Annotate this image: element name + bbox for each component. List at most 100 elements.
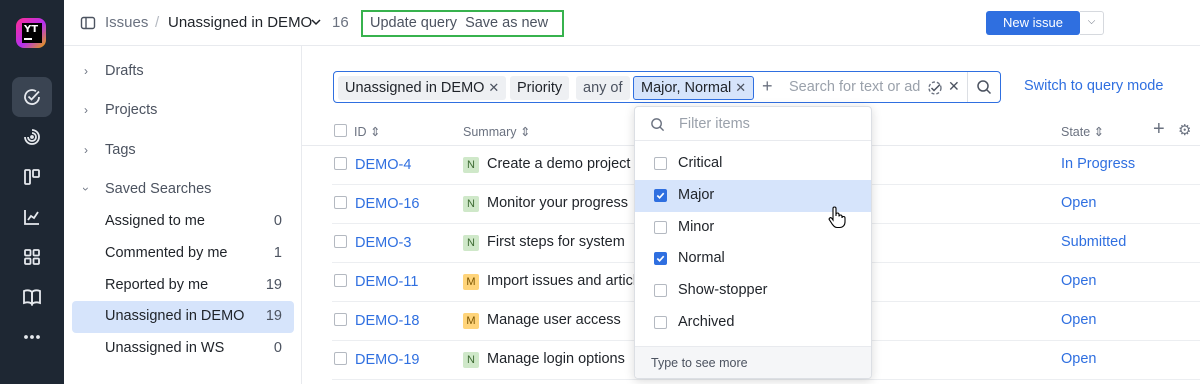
saved-search-unassigned-in-ws[interactable]: Unassigned in WS 0 (72, 333, 294, 365)
dropdown-option-normal[interactable]: Normal (635, 243, 871, 275)
add-filter-icon[interactable]: + (762, 76, 773, 97)
issue-id-link[interactable]: DEMO-11 (355, 274, 418, 290)
query-chip-operator[interactable]: any of (576, 76, 630, 100)
issue-summary[interactable]: Create a demo project (487, 156, 637, 172)
switch-to-query-mode-link[interactable]: Switch to query mode (1024, 78, 1163, 94)
option-checkbox-checked[interactable] (654, 252, 667, 265)
chevron-right-icon: › (84, 64, 88, 78)
agile-boards-spiral-icon[interactable] (12, 117, 52, 157)
issue-id-link[interactable]: DEMO-4 (355, 157, 411, 173)
current-query-title[interactable]: Unassigned in DEMO (168, 14, 312, 31)
query-chip-saved-search[interactable]: Unassigned in DEMO ✕ (338, 76, 507, 100)
sidebar-item-saved-searches[interactable]: › Saved Searches (64, 173, 302, 205)
youtrack-logo[interactable]: YT (12, 14, 50, 52)
priority-badge: N (463, 235, 479, 251)
issue-state[interactable]: Open (1061, 195, 1096, 211)
sidebar-item-drafts[interactable]: › Drafts (64, 55, 302, 87)
priority-values-dropdown: Filter items Critical Major Minor Normal… (634, 106, 872, 379)
board-icon[interactable] (12, 157, 52, 197)
option-checkbox-checked[interactable] (654, 189, 667, 202)
option-checkbox[interactable] (654, 316, 667, 329)
saved-search-assigned-to-me[interactable]: Assigned to me 0 (72, 206, 294, 238)
remove-chip-icon[interactable]: ✕ (488, 80, 499, 95)
issue-summary[interactable]: Monitor your progress (487, 195, 637, 211)
issue-summary[interactable]: Manage login options (487, 351, 637, 367)
reports-chart-icon[interactable] (12, 197, 52, 237)
query-actions-highlight: Update query Save as new (361, 10, 564, 37)
search-icon[interactable] (976, 79, 992, 95)
query-chip-field[interactable]: Priority (510, 76, 570, 100)
issue-summary[interactable]: First steps for system (487, 234, 637, 250)
chevron-down-icon: › (79, 187, 93, 191)
clear-query-icon[interactable]: ✕ (948, 78, 960, 95)
save-as-new-button[interactable]: Save as new (465, 15, 548, 31)
issue-state[interactable]: In Progress (1061, 156, 1135, 172)
dropdown-option-show-stopper[interactable]: Show-stopper (635, 275, 871, 307)
sidebar-item-tags[interactable]: › Tags (64, 134, 302, 166)
option-checkbox[interactable] (654, 157, 667, 170)
issue-state[interactable]: Open (1061, 312, 1096, 328)
priority-badge: N (463, 196, 479, 212)
filter-items-input[interactable]: Filter items (679, 116, 750, 132)
breadcrumb-separator: / (155, 14, 160, 31)
chevron-right-icon: › (84, 143, 88, 157)
divider (967, 72, 968, 102)
saved-search-reported-by-me[interactable]: Reported by me 19 (72, 270, 294, 302)
column-summary[interactable]: Summary ⇕ (463, 124, 530, 139)
apply-check-icon[interactable] (927, 80, 943, 96)
row-checkbox[interactable] (334, 352, 347, 365)
issue-count: 16 (332, 14, 349, 31)
saved-search-commented-by-me[interactable]: Commented by me 1 (72, 238, 294, 270)
chevron-down-icon[interactable] (311, 18, 321, 26)
dashboard-grid-icon[interactable] (12, 237, 52, 277)
issue-id-link[interactable]: DEMO-16 (355, 196, 419, 212)
option-checkbox[interactable] (654, 221, 667, 234)
issue-id-link[interactable]: DEMO-19 (355, 352, 419, 368)
breadcrumb-issues[interactable]: Issues (105, 14, 148, 31)
sidebar-item-projects[interactable]: › Projects (64, 94, 302, 126)
update-query-button[interactable]: Update query (370, 15, 457, 31)
row-checkbox[interactable] (334, 235, 347, 248)
row-checkbox[interactable] (334, 274, 347, 287)
column-state[interactable]: State ⇕ (1061, 124, 1104, 139)
new-issue-dropdown-icon[interactable]: ⌵ (1080, 11, 1104, 35)
add-column-icon[interactable]: + (1153, 118, 1165, 141)
priority-badge: M (463, 313, 479, 329)
hand-pointer-cursor-icon (828, 206, 846, 229)
issue-state[interactable]: Submitted (1061, 234, 1126, 250)
query-bar[interactable]: Unassigned in DEMO ✕ Priority any of Majo… (333, 71, 1001, 103)
column-id[interactable]: ID ⇕ (354, 124, 380, 139)
option-checkbox[interactable] (654, 284, 667, 297)
issue-id-link[interactable]: DEMO-3 (355, 235, 411, 251)
remove-chip-icon[interactable]: ✕ (735, 80, 746, 95)
sidebar: › Drafts › Projects › Tags › Saved Searches … (64, 46, 302, 384)
row-checkbox[interactable] (334, 313, 347, 326)
select-all-checkbox[interactable] (334, 124, 347, 137)
saved-search-unassigned-in-demo[interactable]: Unassigned in DEMO 19 (72, 301, 294, 333)
priority-badge: N (463, 157, 479, 173)
chevron-right-icon: › (84, 103, 88, 117)
dropdown-footer: Type to see more (635, 346, 871, 378)
knowledge-base-book-icon[interactable] (12, 277, 52, 317)
row-checkbox[interactable] (334, 157, 347, 170)
issue-state[interactable]: Open (1061, 273, 1096, 289)
dropdown-option-critical[interactable]: Critical (635, 148, 871, 180)
app-rail: YT (0, 0, 64, 384)
toggle-sidebar-icon[interactable] (80, 15, 96, 31)
query-chip-values[interactable]: Major, Normal ✕ (633, 76, 755, 100)
issues-icon[interactable] (12, 77, 52, 117)
issue-id-link[interactable]: DEMO-18 (355, 313, 419, 329)
dropdown-option-archived[interactable]: Archived (635, 307, 871, 339)
search-input[interactable]: Search for text or ad (789, 79, 924, 95)
filter-items-field[interactable]: Filter items (635, 107, 871, 141)
issue-summary[interactable]: Import issues and articles (487, 273, 637, 289)
settings-gear-icon[interactable]: ⚙ (1178, 121, 1191, 139)
new-issue-button[interactable]: New issue (986, 11, 1080, 35)
priority-badge: N (463, 352, 479, 368)
priority-badge: M (463, 274, 479, 290)
row-checkbox[interactable] (334, 196, 347, 209)
more-icon[interactable] (12, 317, 52, 357)
search-icon (651, 118, 665, 132)
issue-state[interactable]: Open (1061, 351, 1096, 367)
issue-summary[interactable]: Manage user access (487, 312, 637, 328)
